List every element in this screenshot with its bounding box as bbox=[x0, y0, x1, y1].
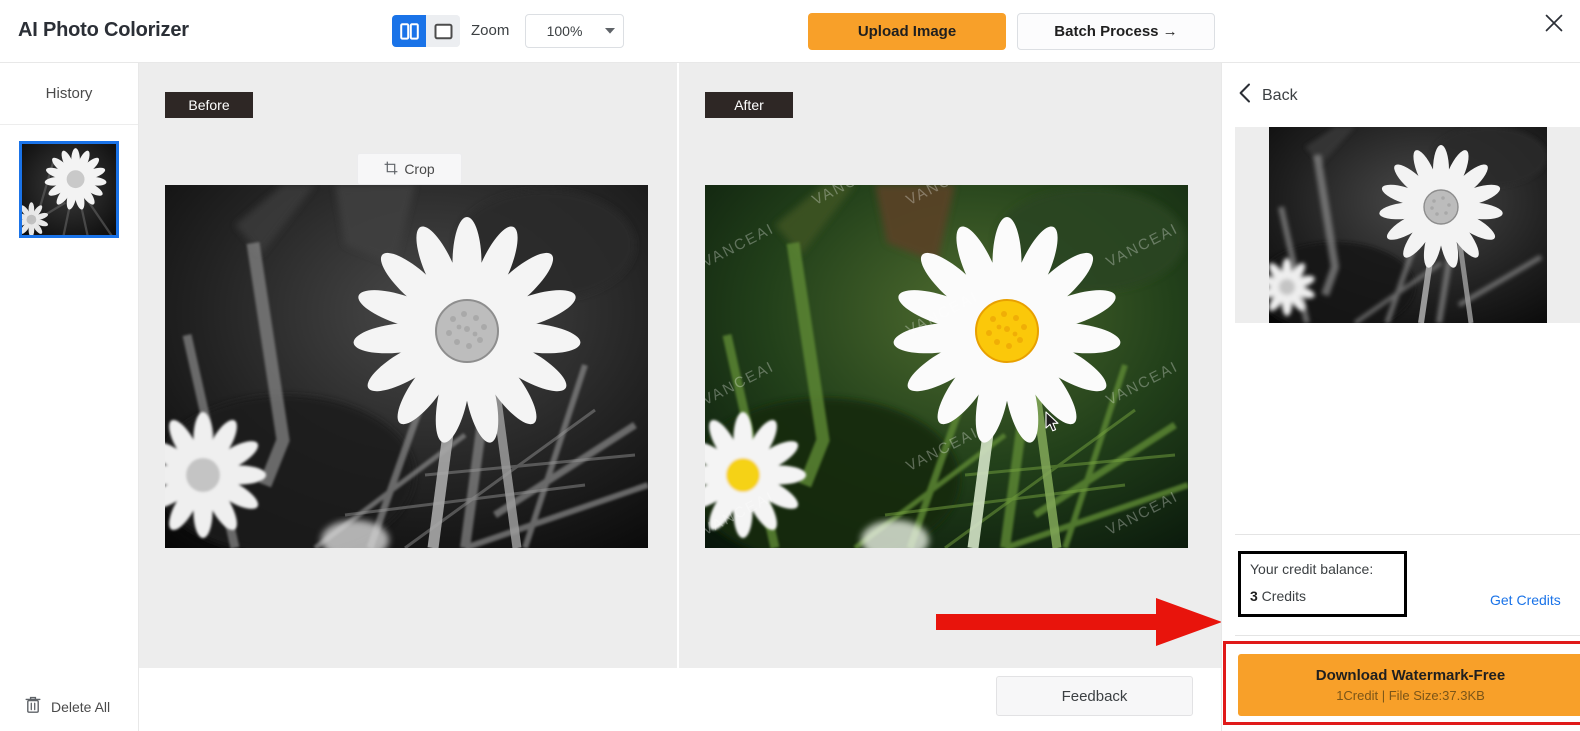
download-button-title: Download Watermark-Free bbox=[1315, 667, 1506, 684]
result-panel: Back Your credit balance: 3 Credits Get … bbox=[1221, 63, 1580, 731]
before-pane: Before Crop bbox=[139, 63, 678, 668]
feedback-button[interactable]: Feedback bbox=[996, 676, 1193, 716]
history-thumbnail-list bbox=[0, 125, 138, 238]
after-image: VANCEAI VANCEAI VANCEAI VANCEAI VANCEAI … bbox=[705, 185, 1188, 548]
crop-icon bbox=[384, 161, 398, 178]
history-thumbnail-item[interactable] bbox=[19, 141, 119, 238]
chevron-left-icon bbox=[1238, 83, 1252, 108]
chevron-down-icon bbox=[597, 27, 623, 35]
credit-balance-box: Your credit balance: 3 Credits bbox=[1238, 551, 1407, 617]
page-title: AI Photo Colorizer bbox=[18, 19, 189, 41]
result-preview-image bbox=[1269, 127, 1547, 323]
crop-label: Crop bbox=[404, 161, 435, 177]
delete-all-button[interactable]: Delete All bbox=[0, 695, 139, 719]
trash-icon bbox=[24, 695, 42, 719]
app-header: AI Photo Colorizer Zoom 100% Upload Imag… bbox=[0, 0, 1580, 63]
history-sidebar: History Delete All bbox=[0, 63, 139, 731]
panel-divider bbox=[1235, 534, 1580, 535]
back-label: Back bbox=[1262, 86, 1298, 104]
split-view-icon[interactable] bbox=[392, 15, 426, 47]
zoom-label: Zoom bbox=[471, 22, 510, 39]
download-watermark-free-button[interactable]: Download Watermark-Free 1Credit | File S… bbox=[1238, 654, 1580, 716]
close-icon[interactable] bbox=[1540, 9, 1568, 37]
result-preview[interactable] bbox=[1235, 127, 1580, 323]
zoom-value: 100% bbox=[546, 23, 583, 39]
get-credits-link[interactable]: Get Credits bbox=[1490, 592, 1561, 608]
download-highlight-box: Download Watermark-Free 1Credit | File S… bbox=[1223, 641, 1580, 725]
after-pane: After VANCEAI VANCEAI VANCEAI VANCEAI VA… bbox=[679, 63, 1221, 668]
app-root: AI Photo Colorizer Zoom 100% Upload Imag… bbox=[0, 0, 1580, 731]
crop-button[interactable]: Crop bbox=[357, 153, 462, 185]
view-mode-toggle[interactable] bbox=[392, 15, 460, 47]
back-button[interactable]: Back bbox=[1238, 83, 1298, 108]
zoom-select[interactable]: 100% bbox=[525, 14, 624, 48]
credit-balance-label: Your credit balance: bbox=[1250, 561, 1374, 577]
delete-all-label: Delete All bbox=[51, 699, 111, 715]
before-image bbox=[165, 185, 648, 548]
editor-canvas: Before Crop After VANCEAI VANCEAI VANCEA… bbox=[139, 63, 1222, 731]
credit-count: 3 bbox=[1250, 588, 1258, 604]
credit-balance-value: 3 Credits bbox=[1250, 588, 1395, 604]
thumbnail-image bbox=[22, 144, 116, 235]
panel-divider-2 bbox=[1235, 635, 1580, 636]
batch-process-button[interactable]: Batch Process → bbox=[1017, 13, 1215, 50]
before-tag: Before bbox=[165, 92, 253, 118]
credit-unit: Credits bbox=[1257, 588, 1307, 604]
history-header: History bbox=[0, 63, 138, 125]
after-tag: After bbox=[705, 92, 793, 118]
upload-image-button[interactable]: Upload Image bbox=[808, 13, 1006, 50]
single-view-icon[interactable] bbox=[426, 15, 460, 47]
download-button-subtitle: 1Credit | File Size:37.3KB bbox=[1336, 688, 1485, 703]
